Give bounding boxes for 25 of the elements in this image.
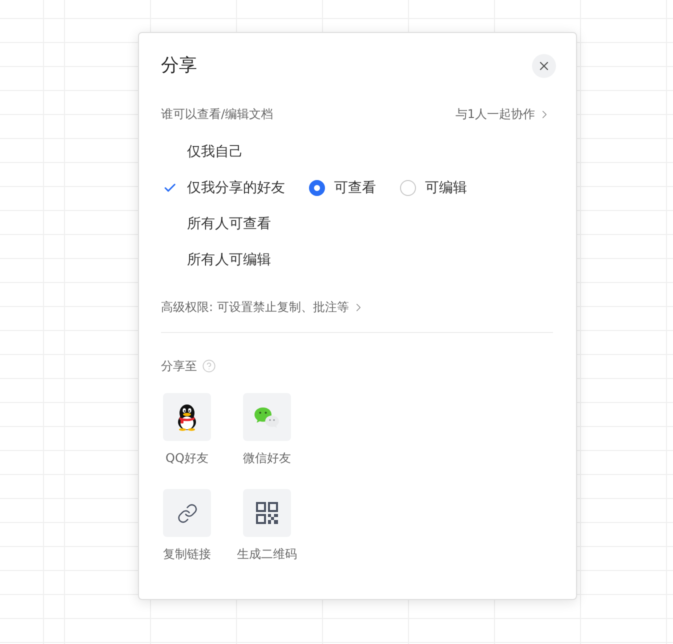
permission-option[interactable]: 所有人可查看 [161,212,271,236]
permission-option[interactable]: 所有人可编辑 [161,248,271,272]
section-heading: 谁可以查看/编辑文档 [161,106,274,123]
section-heading: 分享至 [161,358,197,375]
dialog-title: 分享 [161,54,197,78]
share-tile[interactable] [243,393,291,441]
advanced-permissions-link[interactable]: 高级权限: 可设置禁止复制、批注等 [161,298,365,316]
share-tile[interactable] [163,393,211,441]
penguin-icon [176,404,198,430]
qr-code-icon [256,502,278,524]
access-option[interactable]: 可编辑 [400,179,467,197]
share-tile[interactable] [163,489,211,537]
share-target-label: 微信好友 [243,450,291,467]
close-button[interactable] [532,54,556,78]
share-target-label: QQ好友 [166,450,208,467]
close-icon [537,59,551,73]
share-tile[interactable] [243,489,291,537]
collaborate-link[interactable]: 与1人一起协作 [455,105,551,123]
share-target-label: 生成二维码 [237,546,297,563]
share-target-label: 复制链接 [163,546,211,563]
permission-option[interactable]: 仅我分享的好友 [161,176,285,200]
permission-option[interactable]: 仅我自己 [161,140,243,164]
access-option[interactable]: 可查看 [309,179,376,197]
link-icon [176,502,198,524]
chat-bubbles-icon [254,406,280,428]
